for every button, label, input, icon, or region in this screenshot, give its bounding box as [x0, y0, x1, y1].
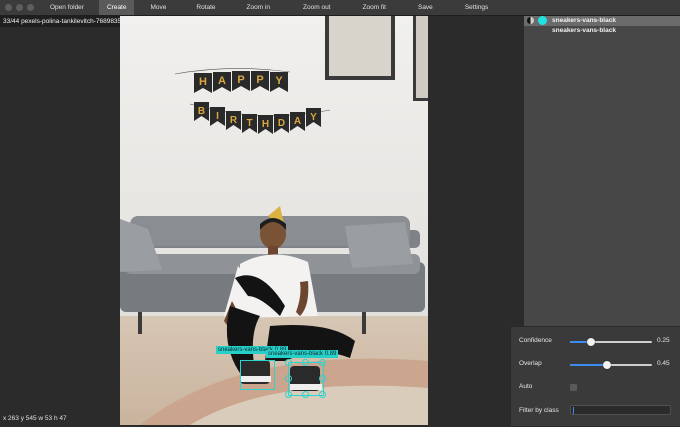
- picture-frame-1-art: [329, 16, 391, 76]
- resize-handle-tl[interactable]: [285, 359, 292, 366]
- resize-handle-t[interactable]: [302, 359, 309, 366]
- overlap-slider-fill: [570, 364, 607, 366]
- auto-label: Auto: [519, 383, 533, 390]
- banner-letter: H: [199, 76, 207, 88]
- banner-letter: P: [256, 74, 263, 86]
- move-button[interactable]: Move: [134, 0, 182, 15]
- settings-button[interactable]: Settings: [449, 0, 505, 15]
- banner-letter: D: [278, 118, 285, 129]
- bounding-box-left-sneaker[interactable]: [240, 360, 275, 390]
- overlap-label: Overlap: [519, 360, 542, 367]
- label-name: sneakers-vans-black: [552, 27, 616, 34]
- label-color-swatch[interactable]: [538, 16, 547, 25]
- annotated-photo[interactable]: H A P P Y B I R T H D A Y sneakers-vans-…: [120, 16, 428, 425]
- label-row[interactable]: sneakers-vans-black: [524, 26, 680, 36]
- confidence-slider[interactable]: [570, 338, 652, 346]
- banner-letter: H: [262, 119, 269, 130]
- banner-letter: T: [246, 118, 252, 129]
- banner-letter: I: [216, 111, 219, 122]
- resize-handle-b[interactable]: [302, 391, 309, 398]
- resize-handle-r[interactable]: [319, 375, 326, 382]
- cursor-coordinates: x 263 y 545 w 53 h 47: [3, 415, 67, 422]
- banner-letter: B: [198, 106, 205, 117]
- auto-checkbox[interactable]: [570, 384, 577, 391]
- close-window-button[interactable]: [5, 4, 12, 11]
- rotate-button[interactable]: Rotate: [182, 0, 229, 15]
- zoom-in-button[interactable]: Zoom in: [230, 0, 287, 15]
- overlap-slider[interactable]: [570, 361, 652, 369]
- bbox-label-right: sneakers-vans-black 0.89: [266, 350, 339, 358]
- resize-handle-br[interactable]: [319, 391, 326, 398]
- banner-letter: R: [230, 115, 238, 126]
- text-caret: [573, 407, 574, 414]
- toolbar: Open folder Create Move Rotate Zoom in Z…: [35, 0, 504, 15]
- overlap-slider-knob[interactable]: [602, 361, 611, 369]
- zoom-window-button[interactable]: [27, 4, 34, 11]
- minimize-window-button[interactable]: [16, 4, 23, 11]
- banner-letter: A: [294, 116, 301, 127]
- overlap-value: 0.45: [657, 360, 670, 367]
- title-bar: Open folder Create Move Rotate Zoom in Z…: [0, 0, 680, 16]
- label-name: sneakers-vans-black: [552, 17, 616, 24]
- confidence-slider-knob[interactable]: [586, 338, 595, 346]
- zoom-fit-button[interactable]: Zoom fit: [347, 0, 402, 15]
- banner-letter: Y: [310, 112, 317, 123]
- filter-by-class-label: Filter by class: [519, 407, 559, 414]
- open-folder-button[interactable]: Open folder: [35, 0, 99, 15]
- contrast-icon[interactable]: [527, 17, 534, 24]
- resize-handle-bl[interactable]: [285, 391, 292, 398]
- filter-by-class-input[interactable]: [570, 405, 671, 415]
- banner-letter: P: [237, 74, 244, 86]
- confidence-label: Confidence: [519, 337, 552, 344]
- resize-handle-tr[interactable]: [319, 359, 326, 366]
- save-button[interactable]: Save: [402, 0, 449, 15]
- zoom-out-button[interactable]: Zoom out: [287, 0, 346, 15]
- banner-letter: A: [218, 75, 226, 87]
- resize-handle-l[interactable]: [285, 375, 292, 382]
- confidence-value: 0.25: [657, 337, 670, 344]
- label-row[interactable]: sneakers-vans-black: [524, 16, 680, 26]
- detection-settings-panel: Confidence 0.25 Overlap 0.45 Auto Filter…: [510, 326, 680, 427]
- banner-letter: Y: [275, 75, 283, 87]
- create-button[interactable]: Create: [98, 0, 135, 15]
- picture-frame-2-art: [416, 16, 428, 98]
